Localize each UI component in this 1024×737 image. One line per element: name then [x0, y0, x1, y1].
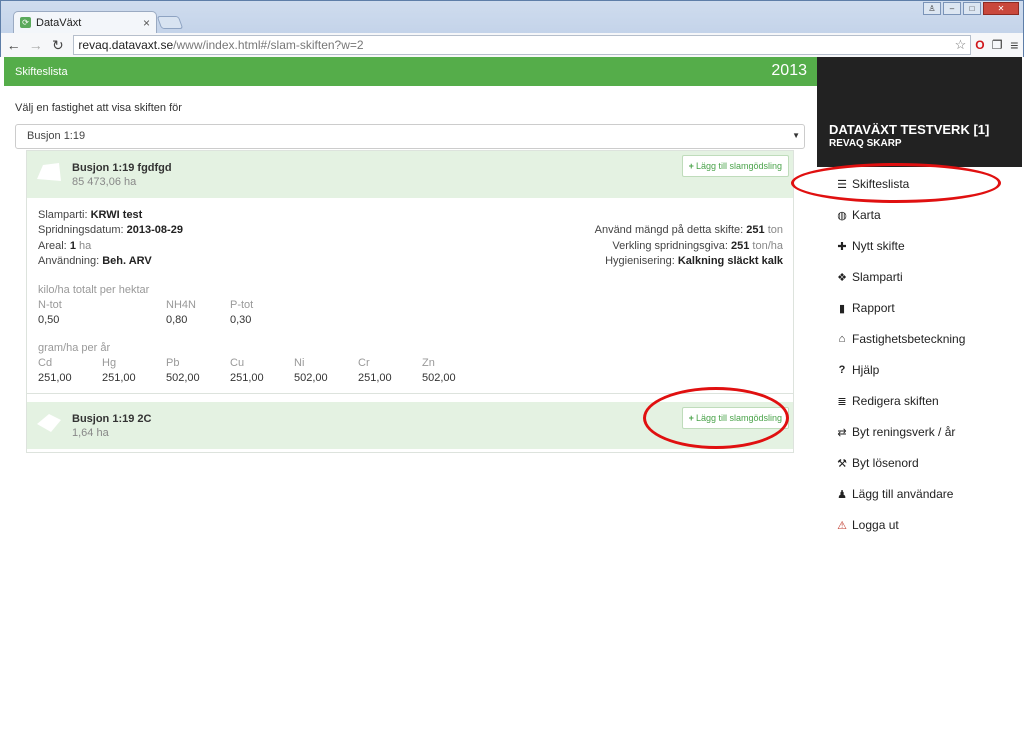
add-sludge-label: Lägg till slamgödsling	[695, 161, 782, 171]
sidebar-header: DATAVÄXT TESTVERK [1] REVAQ SKARP	[817, 57, 1022, 167]
field-shape-icon	[37, 163, 61, 181]
metal-label: Zn	[422, 357, 435, 369]
sidebar-item-byt-losenord[interactable]: ⚒ Byt lösenord	[835, 456, 919, 470]
forward-arrow-icon[interactable]: →	[26, 37, 45, 53]
field-shape-icon	[37, 414, 61, 432]
cubes-icon: ❖	[837, 271, 847, 284]
metal-label: Ni	[294, 357, 305, 369]
extension-icon[interactable]: ❐	[989, 38, 1006, 52]
header-bar: Skifteslista 2013	[4, 57, 817, 86]
nutrient-value: 0,30	[230, 314, 252, 326]
warning-icon: ⚠	[837, 519, 847, 532]
field-area: 85 473,06 ha	[72, 176, 137, 188]
date-row: Spridningsdatum: 2013-08-29	[38, 224, 183, 236]
used-amount-row: Använd mängd på detta skifte: 251 ton	[594, 224, 783, 236]
new-tab-button[interactable]	[156, 16, 184, 29]
window-close-button[interactable]: ✕	[983, 2, 1019, 15]
nutrient-value: 0,80	[166, 314, 188, 326]
metal-value: 502,00	[166, 372, 200, 384]
back-arrow-icon[interactable]: ←	[4, 37, 23, 53]
menu-icon[interactable]: ≡	[1006, 37, 1023, 53]
property-select-label: Välj en fastighet att visa skiften för	[15, 102, 182, 114]
sidebar-item-nytt-skifte[interactable]: ✚ Nytt skifte	[835, 239, 904, 253]
user-icon: ♟	[837, 488, 847, 501]
nutrient-label: P-tot	[230, 299, 254, 311]
sidebar-item-byt-reningsverk[interactable]: ⇄ Byt reningsverk / år	[835, 425, 955, 439]
property-select[interactable]: Busjon 1:19 ▼	[15, 124, 805, 149]
globe-icon: ◍	[837, 209, 847, 222]
hygiene-row: Hygienisering: Kalkning släckt kalk	[605, 255, 783, 267]
opera-icon[interactable]: O	[971, 38, 988, 52]
metal-value: 251,00	[358, 372, 392, 384]
dose-row: Verkling spridningsgiva: 251 ton/ha	[612, 240, 783, 252]
field-details: Slamparti: KRWI test Spridningsdatum: 20…	[27, 198, 793, 394]
home-icon: ⌂	[838, 333, 846, 345]
swap-icon: ⇄	[837, 426, 847, 439]
org-name: DATAVÄXT TESTVERK [1]	[829, 122, 990, 137]
metal-label: Pb	[166, 357, 180, 369]
user-icon[interactable]: ♙	[923, 2, 941, 15]
annotation-circle	[643, 387, 789, 449]
metal-value: 251,00	[230, 372, 264, 384]
tasks-icon: ≣	[837, 395, 847, 408]
sidebar-item-rapport[interactable]: ▮ Rapport	[835, 301, 895, 315]
app-favicon-icon: ⟳	[20, 17, 31, 28]
metal-value: 251,00	[102, 372, 136, 384]
url-host: revaq.datavaxt.se	[78, 38, 174, 52]
add-sludge-button[interactable]: + Lägg till slamgödsling	[681, 155, 789, 177]
nutrient-label: NH4N	[166, 299, 196, 311]
field-name: Busjon 1:19 fgdfgd	[72, 162, 172, 174]
file-icon: ▮	[838, 302, 846, 315]
sidebar-item-redigera-skiften[interactable]: ≣ Redigera skiften	[835, 394, 938, 408]
sidebar: DATAVÄXT TESTVERK [1] REVAQ SKARP ☰ Skift…	[817, 57, 1022, 735]
nutrient-label: N-tot	[38, 299, 62, 311]
metal-value: 251,00	[38, 372, 72, 384]
nutrient-title: kilo/ha totalt per hektar	[38, 284, 150, 296]
chevron-down-icon: ▼	[792, 131, 800, 140]
metal-title: gram/ha per år	[38, 342, 111, 354]
plus-icon: ✚	[837, 240, 847, 253]
metal-label: Cd	[38, 357, 53, 369]
maximize-button[interactable]: □	[963, 2, 981, 15]
slamparti-row: Slamparti: KRWI test	[38, 209, 143, 221]
property-select-value: Busjon 1:19	[27, 130, 86, 142]
wrench-icon: ⚒	[837, 457, 847, 470]
sidebar-item-karta[interactable]: ◍ Karta	[835, 208, 881, 222]
question-icon: ?	[838, 364, 846, 376]
minimize-button[interactable]: –	[943, 2, 961, 15]
metal-value: 502,00	[294, 372, 328, 384]
page: Skifteslista 2013 Välj en fastighet att …	[2, 57, 1022, 735]
metal-label: Hg	[102, 357, 117, 369]
sidebar-item-hjalp[interactable]: ? Hjälp	[835, 363, 880, 377]
metal-value: 502,00	[422, 372, 456, 384]
address-bar[interactable]: revaq.datavaxt.se/www/index.html#/slam-s…	[73, 35, 972, 55]
browser-chrome: ⟳ DataVäxt × ♙ – □ ✕ ← → ↻ revaq.datavax…	[0, 0, 1024, 57]
annotation-circle	[791, 163, 1001, 203]
year-label: 2013	[771, 62, 807, 79]
browser-toolbar: ← → ↻ revaq.datavaxt.se/www/index.html#/…	[1, 33, 1023, 57]
sidebar-item-slamparti[interactable]: ❖ Slamparti	[835, 270, 903, 284]
sidebar-item-logga-ut[interactable]: ⚠ Logga ut	[835, 518, 899, 532]
url-path: /www/index.html#/slam-skiften?w=2	[173, 38, 364, 52]
bookmark-star-icon[interactable]: ☆	[955, 37, 967, 53]
page-title: Skifteslista	[15, 66, 68, 78]
reload-icon[interactable]: ↻	[48, 37, 67, 54]
tab-title: DataVäxt	[36, 16, 82, 29]
sidebar-item-lagg-till-anvandare[interactable]: ♟ Lägg till användare	[835, 487, 953, 501]
field-header[interactable]: Busjon 1:19 fgdfgd 85 473,06 ha + Lägg t…	[27, 151, 793, 198]
browser-tab[interactable]: ⟳ DataVäxt ×	[13, 11, 157, 33]
plus-icon: +	[688, 161, 694, 171]
areal-row: Areal: 1 ha	[38, 240, 92, 252]
field-name: Busjon 1:19 2C	[72, 413, 152, 425]
metal-label: Cu	[230, 357, 245, 369]
use-row: Användning: Beh. ARV	[38, 255, 152, 267]
user-name: REVAQ SKARP	[829, 138, 902, 149]
metal-label: Cr	[358, 357, 370, 369]
sidebar-item-fastighetsbeteckning[interactable]: ⌂ Fastighetsbeteckning	[835, 332, 966, 346]
nutrient-value: 0,50	[38, 314, 60, 326]
field-area: 1,64 ha	[72, 427, 109, 439]
window-controls: ♙ – □ ✕	[923, 2, 1019, 15]
tab-close-icon[interactable]: ×	[143, 16, 150, 30]
